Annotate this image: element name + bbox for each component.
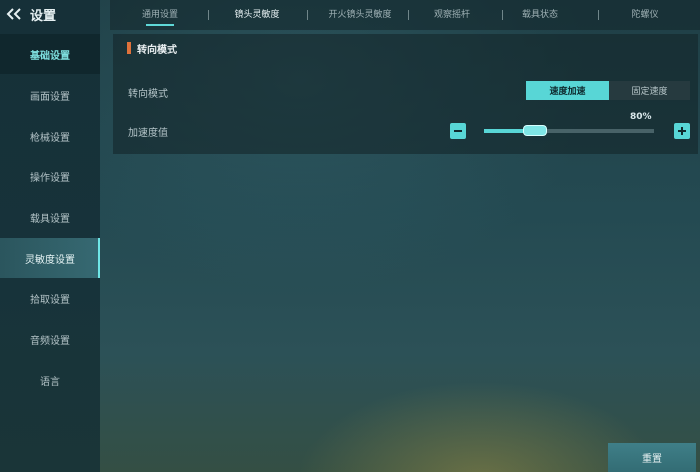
tab-observe-joystick[interactable]: 观察摇杆 xyxy=(422,0,482,30)
reset-button[interactable]: 重置 xyxy=(608,443,696,472)
tab-label: 陀螺仪 xyxy=(631,10,659,20)
sidebar-item-label: 操作设置 xyxy=(30,172,70,184)
tab-bar: 通用设置 镜头灵敏度 开火镜头灵敏度 观察摇杆 载具状态 陀螺仪 xyxy=(110,0,700,30)
tab-divider xyxy=(408,10,409,20)
tab-label: 镜头灵敏度 xyxy=(234,10,280,20)
steering-option-speed-accel[interactable]: 速度加速 xyxy=(526,81,609,100)
sidebar-item-label: 枪械设置 xyxy=(30,132,70,144)
settings-title: 设置 xyxy=(30,8,57,24)
sidebar-item-display[interactable]: 画面设置 xyxy=(0,75,100,115)
double-chevron-left-icon[interactable] xyxy=(6,8,22,20)
minus-icon xyxy=(454,130,462,132)
option-label: 速度加速 xyxy=(549,87,586,97)
tab-divider xyxy=(307,10,308,20)
tab-gyroscope[interactable]: 陀螺仪 xyxy=(615,0,675,30)
tab-camera-sensitivity[interactable]: 镜头灵敏度 xyxy=(222,0,292,30)
sidebar-item-pickup[interactable]: 拾取设置 xyxy=(0,278,100,318)
sidebar-item-label: 音频设置 xyxy=(30,335,70,347)
tab-divider xyxy=(502,10,503,20)
steering-option-fixed-speed[interactable]: 固定速度 xyxy=(609,81,690,100)
minus-button[interactable] xyxy=(450,123,466,139)
option-label: 固定速度 xyxy=(631,87,668,97)
steering-mode-label: 转向模式 xyxy=(128,89,168,100)
sidebar-item-weapon[interactable]: 枪械设置 xyxy=(0,116,100,156)
tab-divider xyxy=(208,10,209,20)
section-title: 转向模式 xyxy=(137,45,177,56)
section-marker xyxy=(127,42,131,54)
sidebar-item-controls[interactable]: 操作设置 xyxy=(0,156,100,196)
sidebar-item-audio[interactable]: 音频设置 xyxy=(0,319,100,359)
sidebar-item-label: 拾取设置 xyxy=(30,294,70,306)
sidebar-item-label: 基础设置 xyxy=(30,50,70,62)
sidebar-item-label: 画面设置 xyxy=(30,91,70,103)
acceleration-slider-track[interactable] xyxy=(484,129,654,133)
tab-label: 载具状态 xyxy=(521,10,558,20)
tab-active-indicator xyxy=(146,24,174,26)
sidebar-item-label: 载具设置 xyxy=(30,213,70,225)
reset-label: 重置 xyxy=(642,454,662,465)
sidebar-item-label: 语言 xyxy=(40,376,60,388)
tab-label: 观察摇杆 xyxy=(433,10,470,20)
tab-divider xyxy=(598,10,599,20)
tab-label: 开火镜头灵敏度 xyxy=(328,10,392,20)
sidebar-item-vehicle[interactable]: 载具设置 xyxy=(0,197,100,237)
sidebar-item-language[interactable]: 语言 xyxy=(0,360,100,400)
tab-fire-camera-sensitivity[interactable]: 开火镜头灵敏度 xyxy=(315,0,405,30)
plus-icon-vertical xyxy=(681,127,683,135)
tab-label: 通用设置 xyxy=(141,10,178,20)
sidebar-item-basic[interactable]: 基础设置 xyxy=(0,34,100,74)
sidebar-item-sensitivity[interactable]: 灵敏度设置 xyxy=(0,238,100,278)
acceleration-slider-thumb[interactable] xyxy=(523,125,547,136)
sidebar-header[interactable]: 设置 xyxy=(0,0,100,28)
sidebar-item-label: 灵敏度设置 xyxy=(25,254,75,266)
tab-vehicle-state[interactable]: 载具状态 xyxy=(510,0,570,30)
plus-button[interactable] xyxy=(674,123,690,139)
acceleration-value: 80% xyxy=(630,112,652,122)
sidebar: 设置 基础设置 画面设置 枪械设置 操作设置 载具设置 灵敏度设置 拾取设置 音… xyxy=(0,0,100,472)
acceleration-label: 加速度值 xyxy=(128,128,168,139)
